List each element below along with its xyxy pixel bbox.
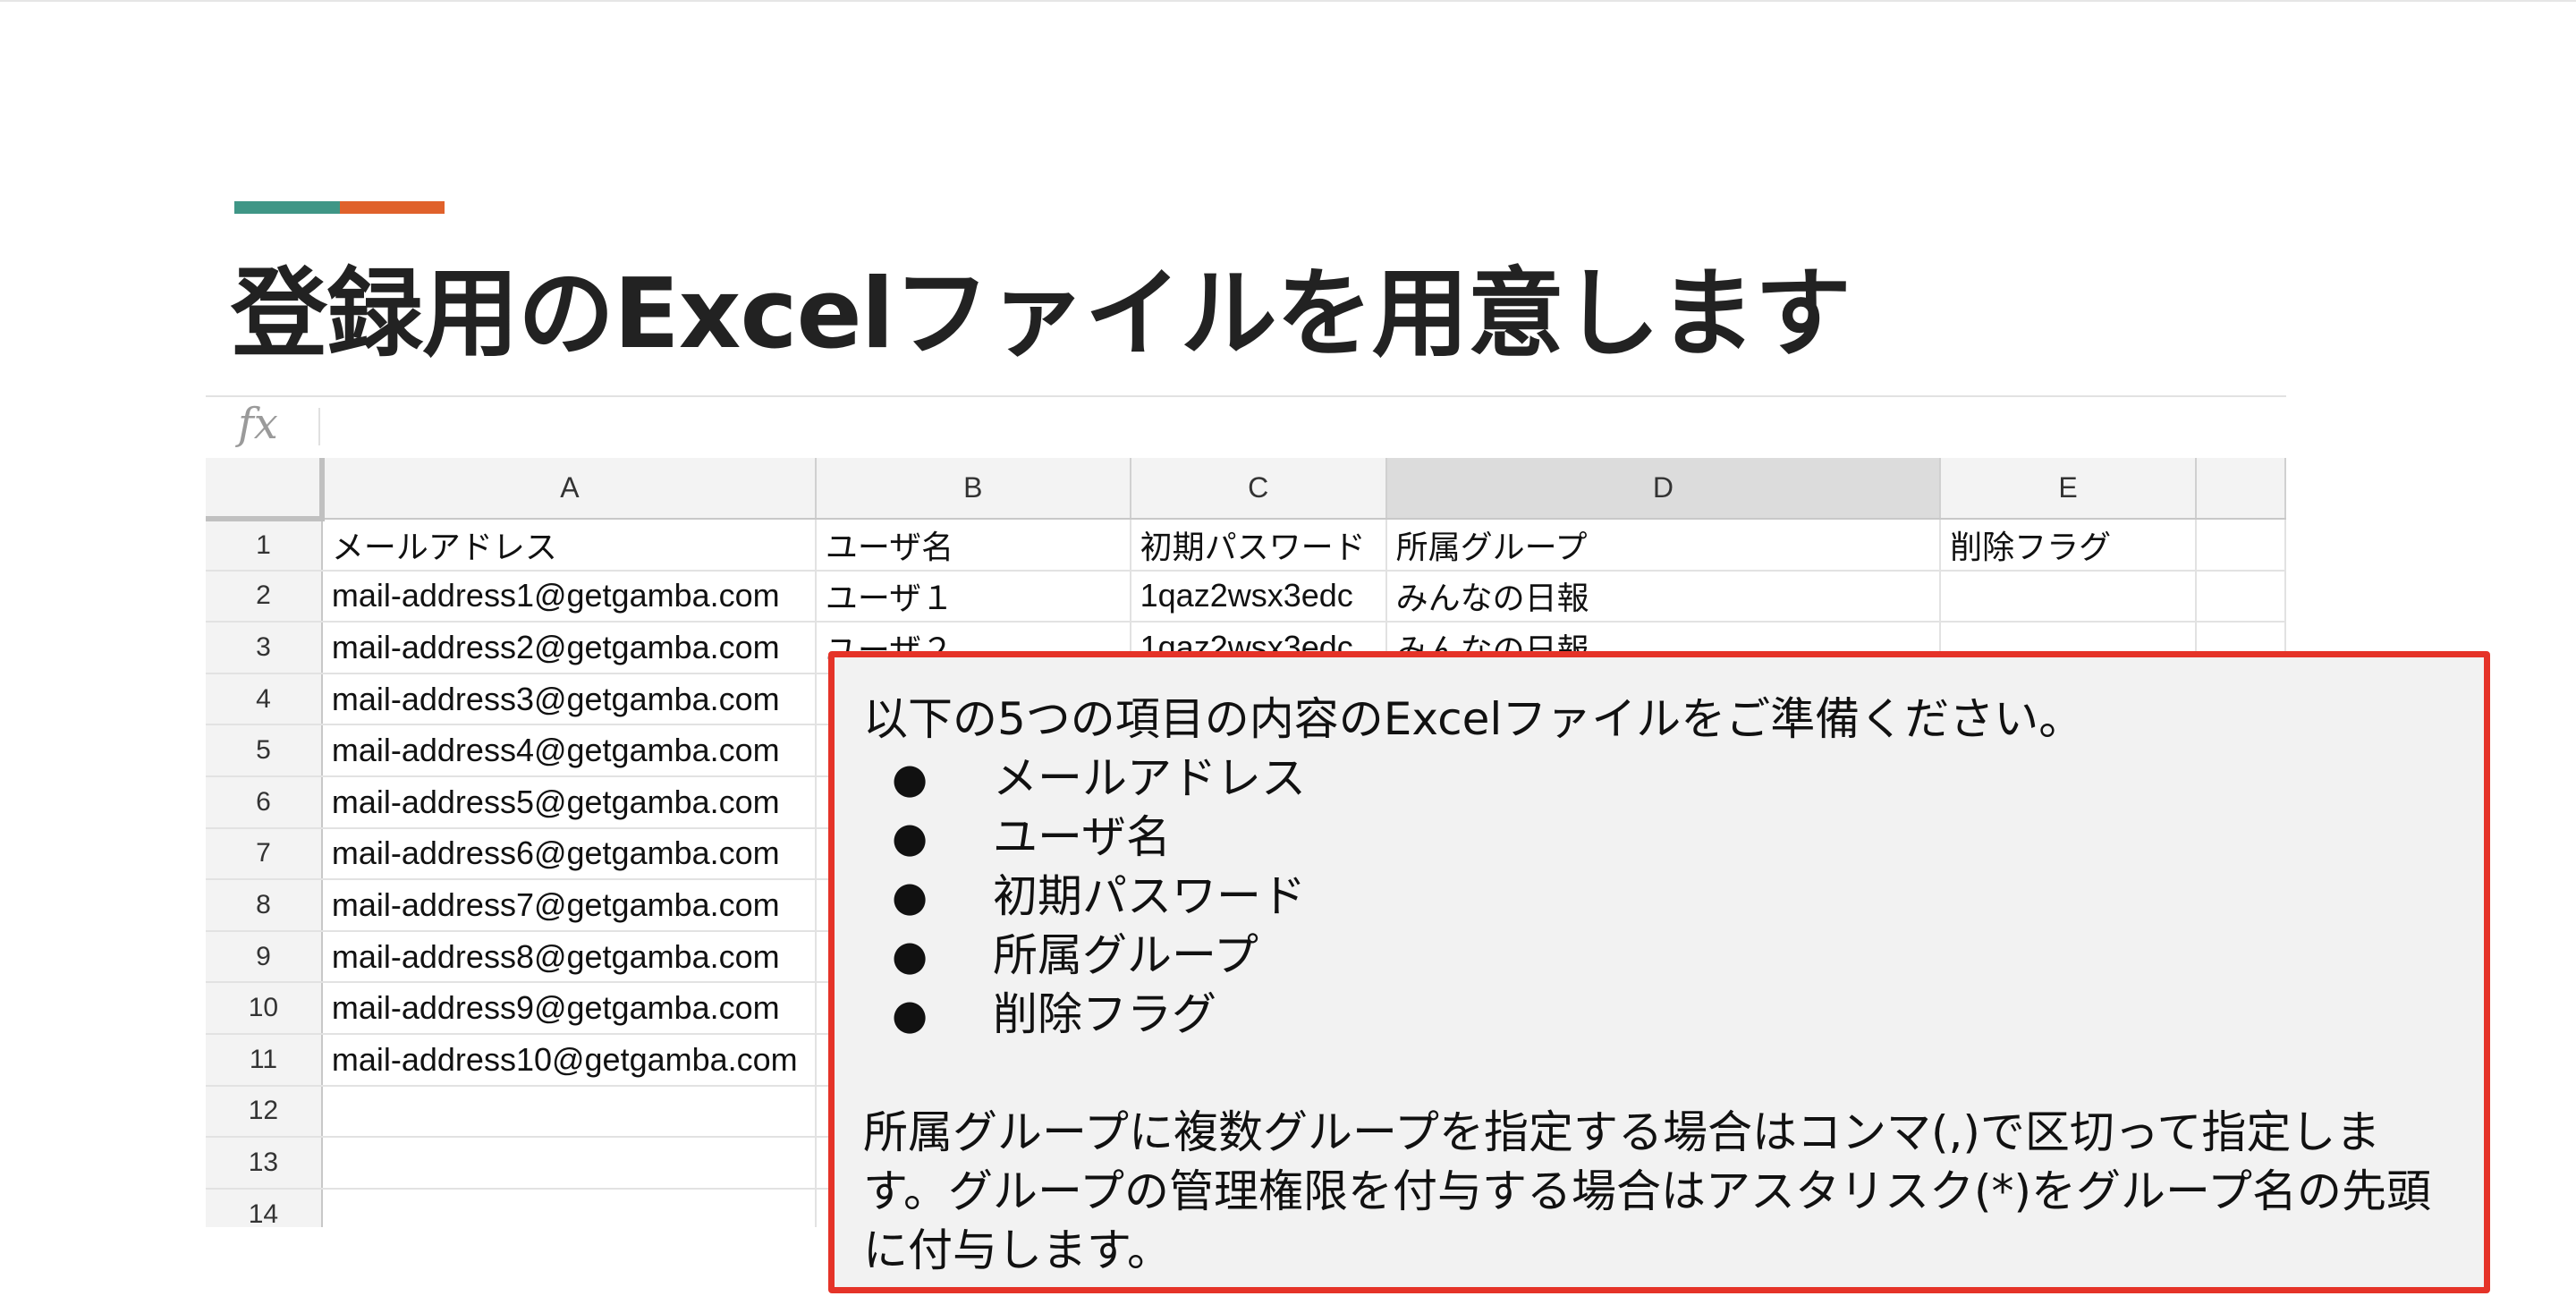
cell-a4[interactable]: mail-address3@getgamba.com: [321, 673, 817, 726]
row-header[interactable]: 2: [206, 570, 323, 623]
cell-d2[interactable]: みんなの日報: [1385, 570, 1942, 623]
column-header-e[interactable]: E: [1940, 458, 2198, 520]
cell-a9[interactable]: mail-address8@getgamba.com: [321, 930, 817, 984]
cell-b2[interactable]: ユーザ１: [815, 570, 1131, 623]
list-item: ● メールアドレス: [863, 749, 2457, 808]
select-all-corner[interactable]: [206, 458, 325, 521]
slide-title: 登録用のExcelファイルを用意します: [231, 258, 1852, 370]
cell-a12[interactable]: [321, 1085, 817, 1139]
accent-bar-teal: [234, 201, 340, 214]
row-header[interactable]: 11: [206, 1033, 323, 1087]
callout-intro: 以下の5つの項目の内容のExcelファイルをご準備ください。: [863, 693, 2084, 745]
row-header[interactable]: 8: [206, 879, 323, 932]
table-row: 1 メールアドレス ユーザ名 初期パスワード 所属グループ 削除フラグ: [206, 519, 2286, 572]
required-fields-list: ● メールアドレス ● ユーザ名 ● 初期パスワード ● 所属グループ ● 削除フラグ: [863, 749, 2457, 1044]
table-row: 2 mail-address1@getgamba.com ユーザ１ 1qaz2wsx3…: [206, 570, 2286, 623]
cell-a8[interactable]: mail-address7@getgamba.com: [321, 879, 817, 932]
list-item-label: 所属グループ: [993, 929, 1258, 981]
row-header[interactable]: 12: [206, 1085, 323, 1139]
bullet-icon: ●: [892, 813, 928, 861]
list-item-label: 削除フラグ: [993, 988, 1216, 1040]
list-item: ● 初期パスワード: [863, 867, 2457, 926]
column-header-a[interactable]: A: [321, 458, 817, 520]
cell-a13[interactable]: [321, 1137, 817, 1190]
column-header-c[interactable]: C: [1130, 458, 1387, 520]
row-header[interactable]: 6: [206, 775, 323, 829]
column-header-d[interactable]: D: [1385, 458, 1942, 520]
cell-a14[interactable]: [321, 1188, 817, 1227]
list-item: ● 所属グループ: [863, 926, 2457, 985]
cell-a2[interactable]: mail-address1@getgamba.com: [321, 570, 817, 623]
accent-bar-orange: [340, 201, 445, 214]
cell-e1[interactable]: 削除フラグ: [1940, 519, 2198, 572]
cell-a11[interactable]: mail-address10@getgamba.com: [321, 1033, 817, 1087]
list-item: ● ユーザ名: [863, 808, 2457, 867]
list-item-label: 初期パスワード: [993, 870, 1306, 922]
row-header[interactable]: 14: [206, 1188, 323, 1227]
row-header[interactable]: 1: [206, 519, 323, 572]
cell-f1[interactable]: [2196, 519, 2286, 572]
formula-bar-divider: [318, 408, 320, 445]
cell-a7[interactable]: mail-address6@getgamba.com: [321, 827, 817, 881]
row-header[interactable]: 5: [206, 724, 323, 777]
top-divider: [0, 0, 2576, 2]
column-header-f[interactable]: [2196, 458, 2286, 520]
cell-b1[interactable]: ユーザ名: [815, 519, 1131, 572]
row-header[interactable]: 7: [206, 827, 323, 881]
bullet-icon: ●: [892, 872, 928, 920]
row-header[interactable]: 3: [206, 622, 323, 674]
column-header-b[interactable]: B: [815, 458, 1131, 520]
row-header[interactable]: 13: [206, 1137, 323, 1190]
list-item: ● 削除フラグ: [863, 985, 2457, 1044]
row-header[interactable]: 9: [206, 930, 323, 984]
formula-fx-icon: fx: [238, 399, 278, 449]
cell-d1[interactable]: 所属グループ: [1385, 519, 1942, 572]
cell-a1[interactable]: メールアドレス: [321, 519, 817, 572]
list-item-label: メールアドレス: [993, 752, 1306, 804]
cell-a5[interactable]: mail-address4@getgamba.com: [321, 724, 817, 777]
cell-f2[interactable]: [2196, 570, 2286, 623]
bullet-icon: ●: [892, 990, 928, 1038]
cell-a6[interactable]: mail-address5@getgamba.com: [321, 775, 817, 829]
callout-paragraph: 所属グループに複数グループを指定する場合はコンマ(,)で区切って指定します。グル…: [863, 1106, 2432, 1276]
cell-c1[interactable]: 初期パスワード: [1130, 519, 1387, 572]
bullet-icon: ●: [892, 931, 928, 979]
row-header[interactable]: 10: [206, 982, 323, 1035]
cell-a10[interactable]: mail-address9@getgamba.com: [321, 982, 817, 1035]
cell-e2[interactable]: [1940, 570, 2198, 623]
formula-bar[interactable]: fx: [206, 395, 2286, 460]
list-item-label: ユーザ名: [993, 811, 1171, 863]
instruction-callout: 以下の5つの項目の内容のExcelファイルをご準備ください。 ● メールアドレス ●…: [828, 651, 2490, 1293]
row-header[interactable]: 4: [206, 673, 323, 726]
cell-c2[interactable]: 1qaz2wsx3edc: [1130, 570, 1387, 623]
bullet-icon: ●: [892, 754, 928, 802]
cell-a3[interactable]: mail-address2@getgamba.com: [321, 622, 817, 674]
